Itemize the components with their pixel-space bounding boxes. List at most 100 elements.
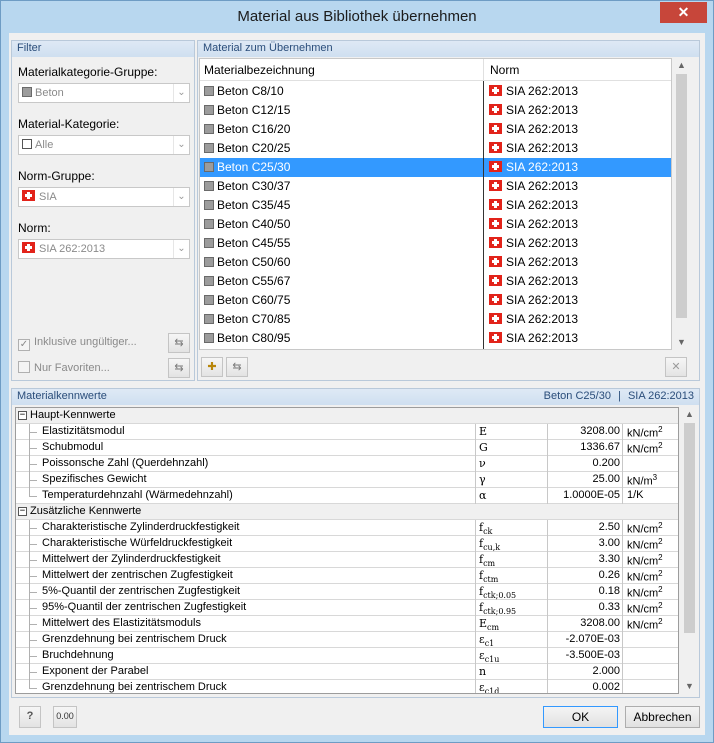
close-button[interactable]: ✕ (660, 2, 707, 23)
checkmark-icon[interactable]: ✓ (18, 339, 30, 351)
chevron-down-icon[interactable]: ⌄ (173, 136, 189, 154)
property-unit: kN/cm2 (627, 521, 663, 536)
table-row[interactable]: Mittelwert des Elastizitätsmoduls Ecm 3208… (16, 616, 678, 632)
new-material-button[interactable]: ✚ (201, 357, 223, 377)
symbol-subscript: cu,k (483, 543, 501, 553)
material-norm-cell: SIA 262:2013 (489, 274, 578, 288)
norm-group-label: Norm-Gruppe: (18, 169, 95, 183)
table-row[interactable]: Schubmodul G 1336.67 kN/cm2 (16, 440, 678, 456)
scroll-down-icon[interactable]: ▼ (674, 335, 689, 350)
table-row[interactable]: Mittelwert der zentrischen Zugfestigkeit… (16, 568, 678, 585)
material-name: Beton C60/75 (217, 293, 291, 307)
collapse-icon[interactable]: − (18, 411, 27, 420)
unit-exponent: 2 (658, 425, 663, 434)
unit-exponent: 2 (658, 585, 663, 594)
chevron-down-icon[interactable]: ⌄ (173, 240, 189, 258)
swiss-flag-icon (489, 294, 502, 305)
cell-divider (475, 664, 476, 680)
scroll-up-icon[interactable]: ▲ (674, 58, 689, 73)
scroll-up-icon[interactable]: ▲ (682, 407, 697, 422)
swiss-flag-icon (489, 199, 502, 210)
checkbox-empty-icon[interactable] (18, 361, 30, 373)
material-name: Beton C70/85 (217, 312, 291, 326)
unit-exponent: 2 (658, 553, 663, 562)
material-norm-cell: SIA 262:2013 (489, 141, 578, 155)
cell-divider (475, 424, 476, 440)
table-row[interactable]: Beton C35/45 SIA 262:2013 (200, 196, 671, 215)
properties-scrollbar[interactable]: ▲ ▼ (682, 407, 697, 694)
edit-material-button[interactable]: ⇆ (226, 357, 248, 377)
table-row[interactable]: 95%-Quantil der zentrischen Zugfestigkei… (16, 600, 678, 616)
properties-heading: Materialkennwerte (17, 390, 107, 402)
property-value: 1.0000E-05 (563, 489, 620, 501)
swiss-flag-icon (489, 142, 502, 153)
table-row[interactable]: Beton C60/75 SIA 262:2013 (200, 291, 671, 310)
concrete-color-icon (204, 105, 214, 115)
table-row[interactable]: Beton C80/95 SIA 262:2013 (200, 329, 671, 348)
property-group-row[interactable]: − Haupt-Kennwerte (16, 408, 678, 424)
table-row[interactable]: Charakteristische Würfeldruckfestigkeit f… (16, 536, 678, 553)
material-norm: SIA 262:2013 (506, 122, 579, 136)
norm-select[interactable]: SIA 262:2013 ⌄ (18, 239, 190, 259)
table-row[interactable]: Grenzdehnung bei zentrischem Druck εc1d 0.… (16, 680, 678, 693)
table-row[interactable]: Mittelwert der Zylinderdruckfestigkeit fc… (16, 552, 678, 568)
collapse-icon[interactable]: − (18, 507, 27, 516)
table-row[interactable]: Poissonsche Zahl (Querdehnzahl) ν 0.200 (16, 456, 678, 472)
separator-text: | (618, 390, 621, 402)
norm-group-select[interactable]: SIA ⌄ (18, 187, 190, 207)
units-button[interactable]: 0.00 (53, 706, 77, 728)
table-row[interactable]: Beton C8/10 SIA 262:2013 (200, 82, 671, 101)
window-title: Material aus Bibliothek übernehmen (237, 8, 477, 25)
chevron-down-icon[interactable]: ⌄ (173, 188, 189, 206)
category-select[interactable]: Alle ⌄ (18, 135, 190, 155)
table-row[interactable]: Beton C70/85 SIA 262:2013 (200, 310, 671, 329)
category-group-label: Materialkategorie-Gruppe: (18, 65, 158, 79)
scroll-thumb[interactable] (684, 423, 695, 633)
norm-group-value: SIA (39, 191, 57, 203)
table-row[interactable]: Beton C25/30 SIA 262:2013 (200, 158, 671, 177)
table-row[interactable]: Beton C55/67 SIA 262:2013 (200, 272, 671, 291)
property-group-row[interactable]: − Zusätzliche Kennwerte (16, 504, 678, 520)
material-norm-cell: SIA 262:2013 (489, 198, 578, 212)
table-row[interactable]: Beton C20/25 SIA 262:2013 (200, 139, 671, 158)
concrete-color-icon (204, 276, 214, 286)
ok-button[interactable]: OK (543, 706, 618, 728)
table-row[interactable]: Beton C50/60 SIA 262:2013 (200, 253, 671, 272)
symbol-subscript: ctm (483, 575, 499, 585)
help-icon[interactable]: ? (19, 706, 41, 728)
symbol-subscript: ctk;0.05 (483, 591, 517, 601)
table-row[interactable]: Exponent der Parabel n 2.000 (16, 664, 678, 680)
scroll-down-icon[interactable]: ▼ (682, 679, 697, 694)
table-row[interactable]: Beton C12/15 SIA 262:2013 (200, 101, 671, 120)
material-scrollbar[interactable]: ▲ ▼ (674, 58, 689, 350)
table-row[interactable]: Beton C45/55 SIA 262:2013 (200, 234, 671, 253)
include-invalid-settings-button[interactable]: ⇆ (168, 333, 190, 353)
table-row[interactable]: Spezifisches Gewicht γ 25.00 kN/m3 (16, 472, 678, 488)
table-row[interactable]: Beton C16/20 SIA 262:2013 (200, 120, 671, 139)
column-header-name[interactable]: Materialbezeichnung (204, 63, 315, 77)
material-norm-cell: SIA 262:2013 (489, 179, 578, 193)
chevron-down-icon[interactable]: ⌄ (173, 84, 189, 102)
property-unit: 1/K (627, 489, 644, 501)
favorites-checkbox[interactable]: Nur Favoriten... (18, 361, 110, 374)
property-symbol: E (479, 425, 487, 438)
scroll-thumb[interactable] (676, 74, 687, 318)
cancel-button[interactable]: Abbrechen (625, 706, 700, 728)
table-row[interactable]: Elastizitätsmodul E 3208.00 kN/cm2 (16, 424, 678, 440)
table-row[interactable]: Grenzdehnung bei zentrischem Druck εc1 -2.… (16, 632, 678, 648)
table-row[interactable]: Bruchdehnung εc1u -3.500E-03 (16, 648, 678, 664)
include-invalid-checkbox[interactable]: ✓ Inklusive ungültiger... (18, 336, 137, 351)
table-row[interactable]: 5%-Quantil der zentrischen Zugfestigkeit… (16, 584, 678, 601)
table-row[interactable]: Beton C30/37 SIA 262:2013 (200, 177, 671, 196)
table-row[interactable]: Beton C40/50 SIA 262:2013 (200, 215, 671, 234)
column-header-norm[interactable]: Norm (490, 63, 519, 77)
property-name: Grenzdehnung bei zentrischem Druck (42, 681, 227, 693)
property-value: 1336.67 (580, 441, 620, 453)
swiss-flag-icon (22, 190, 35, 201)
table-row[interactable]: Charakteristische Zylinderdruckfestigkei… (16, 520, 678, 536)
favorites-settings-button[interactable]: ⇆ (168, 358, 190, 378)
category-group-select[interactable]: Beton ⌄ (18, 83, 190, 103)
table-row[interactable]: Temperaturdehnzahl (Wärmedehnzahl) α 1.000… (16, 488, 678, 504)
property-symbol: fck (479, 521, 492, 536)
delete-icon[interactable]: ✕ (665, 357, 687, 377)
